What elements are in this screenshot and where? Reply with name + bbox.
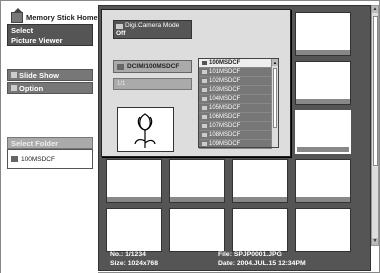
folder-icon bbox=[11, 156, 18, 162]
folder-list-label: 100MSDCF bbox=[209, 59, 241, 66]
thumbnail-stones[interactable] bbox=[295, 208, 351, 252]
folder-list-label: 105MSDCF bbox=[209, 104, 241, 111]
file-name: File: SPJP0001.JPG bbox=[218, 251, 282, 258]
scroll-down-icon[interactable]: ▼ bbox=[372, 238, 378, 245]
thumbnail-bike[interactable] bbox=[232, 159, 288, 203]
select-folder-header: Select Folder bbox=[7, 137, 93, 149]
thumbnail-landscape[interactable] bbox=[169, 159, 225, 203]
page-indicator: 1/1 bbox=[113, 78, 192, 90]
folder-path-label: DCIM/100MSDCF bbox=[127, 63, 180, 70]
picture-viewer-screen: Memory Stick Home Select Picture Viewer … bbox=[0, 0, 380, 273]
home-icon bbox=[11, 7, 23, 23]
file-info-bar: No.: 1/1234 Size: 1024x768 File: SPJP000… bbox=[102, 248, 371, 270]
thumb-bar bbox=[233, 197, 287, 202]
folder-list-label: 104MSDCF bbox=[209, 95, 241, 102]
list-scrollbar[interactable]: ▲ bbox=[271, 59, 278, 147]
grid-scrollbar[interactable]: ▲ ▼ bbox=[371, 5, 379, 246]
folder-item[interactable]: 100MSDCF bbox=[7, 149, 93, 169]
select-folder-label: Select Folder bbox=[11, 138, 59, 148]
home-label: Memory Stick Home bbox=[26, 12, 98, 22]
scroll-thumb[interactable] bbox=[373, 16, 378, 166]
folder-list-label: 107MSDCF bbox=[209, 122, 241, 129]
tulip-icon bbox=[134, 113, 156, 148]
camera-mode-dropdown[interactable]: Digi.Camera Mode Off bbox=[113, 20, 192, 39]
folder-icon bbox=[202, 142, 207, 146]
list-scroll-up-icon[interactable]: ▲ bbox=[272, 59, 278, 66]
camera-mode-label: Digi.Camera Mode bbox=[125, 22, 180, 29]
folder-select-dialog: Digi.Camera Mode Off DCIM/100MSDCF 1/1 ▲… bbox=[101, 9, 291, 157]
scroll-up-icon[interactable]: ▲ bbox=[372, 6, 378, 13]
thumb-bar bbox=[296, 50, 350, 55]
file-date: Date: 2004.JUL.15 12:34PM bbox=[218, 260, 306, 267]
folder-list-label: 103MSDCF bbox=[209, 86, 241, 93]
folder-icon bbox=[202, 61, 207, 65]
folder-list-label: 108MSDCF bbox=[209, 131, 241, 138]
folder-icon bbox=[202, 79, 207, 83]
option-label: Option bbox=[19, 83, 44, 93]
thumbnail-train[interactable] bbox=[295, 110, 351, 154]
option-icon bbox=[11, 85, 17, 91]
thumb-bar bbox=[297, 147, 349, 152]
select-label: Select bbox=[11, 26, 34, 35]
slideshow-icon bbox=[11, 72, 17, 78]
folder-name: 100MSDCF bbox=[21, 155, 55, 163]
folder-list-label: 106MSDCF bbox=[209, 113, 241, 120]
thumbnail-baseball[interactable] bbox=[295, 12, 351, 56]
folder-icon bbox=[202, 115, 207, 119]
folder-icon bbox=[202, 106, 207, 110]
thumb-bar bbox=[107, 197, 161, 202]
memory-stick-home[interactable]: Memory Stick Home bbox=[11, 7, 98, 24]
camera-icon bbox=[116, 23, 123, 29]
folder-icon bbox=[202, 70, 207, 74]
thumbnail-girl[interactable] bbox=[295, 61, 351, 105]
folder-preview bbox=[117, 107, 174, 152]
file-size: Size: 1024x768 bbox=[110, 260, 158, 267]
thumbnail-sketch[interactable] bbox=[295, 159, 351, 203]
option-button[interactable]: Option bbox=[7, 82, 93, 94]
thumb-bar bbox=[296, 197, 350, 202]
slide-show-label: Slide Show bbox=[19, 70, 60, 80]
folder-list-label: 109MSDCF bbox=[209, 140, 241, 147]
folder-list-item[interactable]: 109MSDCF bbox=[199, 140, 272, 149]
sidebar: Memory Stick Home Select Picture Viewer … bbox=[1, 1, 98, 273]
folder-icon bbox=[202, 124, 207, 128]
page-indicator-label: 1/1 bbox=[117, 81, 126, 87]
folder-icon bbox=[202, 133, 207, 137]
thumb-bar bbox=[296, 99, 350, 104]
list-scroll-thumb[interactable] bbox=[273, 68, 277, 128]
thumbnail-mountain[interactable] bbox=[169, 208, 225, 252]
picture-viewer-label: Picture Viewer bbox=[11, 36, 63, 45]
folder-icon bbox=[202, 97, 207, 101]
thumbnail-family[interactable] bbox=[232, 208, 288, 252]
folder-list[interactable]: ▲ 100MSDCF 101MSDCF 102MSDCF 103MSDCF 104MSD… bbox=[198, 58, 279, 149]
folder-path[interactable]: DCIM/100MSDCF bbox=[113, 60, 192, 73]
folder-icon bbox=[202, 88, 207, 92]
camera-mode-value: Off bbox=[116, 30, 126, 37]
slide-show-button[interactable]: Slide Show bbox=[7, 69, 93, 81]
file-number: No.: 1/1234 bbox=[110, 251, 146, 258]
thumbnail-person[interactable] bbox=[106, 208, 162, 252]
select-picture-viewer[interactable]: Select Picture Viewer bbox=[7, 24, 93, 46]
thumb-bar bbox=[170, 197, 224, 202]
folder-icon bbox=[117, 63, 124, 70]
folder-list-label: 101MSDCF bbox=[209, 68, 241, 75]
folder-list-label: 102MSDCF bbox=[209, 77, 241, 84]
thumbnail-child[interactable] bbox=[106, 159, 162, 203]
